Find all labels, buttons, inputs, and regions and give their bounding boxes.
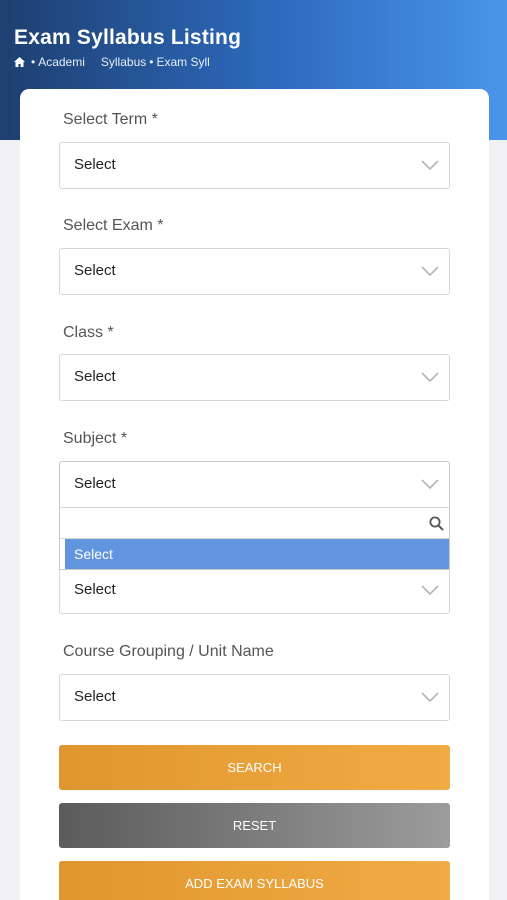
course-grouping-label: Course Grouping / Unit Name xyxy=(63,643,274,660)
hidden-field-value: Select xyxy=(74,581,116,598)
search-icon xyxy=(429,516,444,531)
add-exam-syllabus-button[interactable]: ADD EXAM SYLLABUS xyxy=(59,861,450,900)
breadcrumb-syllabus[interactable]: Syllabus xyxy=(101,55,146,69)
chevron-down-icon xyxy=(421,692,439,703)
class-label: Class * xyxy=(63,324,114,341)
breadcrumb: • Academi Syllabus • Exam Syll xyxy=(14,55,210,69)
subject-dropdown[interactable]: Select xyxy=(59,461,450,508)
page-title: Exam Syllabus Listing xyxy=(14,26,242,49)
subject-option-select[interactable]: Select xyxy=(65,539,449,569)
subject-value: Select xyxy=(74,475,116,492)
chevron-down-icon xyxy=(421,266,439,277)
class-dropdown[interactable]: Select xyxy=(59,354,450,401)
breadcrumb-separator: • xyxy=(149,55,154,69)
chevron-down-icon xyxy=(421,160,439,171)
subject-search-input[interactable] xyxy=(60,507,449,539)
chevron-down-icon xyxy=(421,372,439,383)
course-grouping-value: Select xyxy=(74,688,116,705)
breadcrumb-exam-syllabus: Exam Syll xyxy=(156,55,210,69)
chevron-down-icon xyxy=(421,585,439,596)
course-grouping-dropdown[interactable]: Select xyxy=(59,674,450,721)
class-value: Select xyxy=(74,368,116,385)
breadcrumb-academic[interactable]: Academi xyxy=(38,55,85,69)
breadcrumb-separator: • xyxy=(31,55,36,69)
home-icon[interactable] xyxy=(14,57,25,67)
search-button[interactable]: SEARCH xyxy=(59,745,450,790)
select-term-value: Select xyxy=(74,156,116,173)
select-exam-label: Select Exam * xyxy=(63,217,164,234)
select-term-label: Select Term * xyxy=(63,111,158,128)
select-exam-dropdown[interactable]: Select xyxy=(59,248,450,295)
subject-label: Subject * xyxy=(63,430,128,447)
reset-button[interactable]: RESET xyxy=(59,803,450,848)
select-term-dropdown[interactable]: Select xyxy=(59,142,450,189)
hidden-field-dropdown[interactable]: Select xyxy=(59,567,450,614)
select-exam-value: Select xyxy=(74,262,116,279)
chevron-down-icon xyxy=(421,479,439,490)
subject-dropdown-menu: Select xyxy=(59,507,450,570)
filter-card: Select Term * Select Select Exam * Selec… xyxy=(20,89,489,900)
